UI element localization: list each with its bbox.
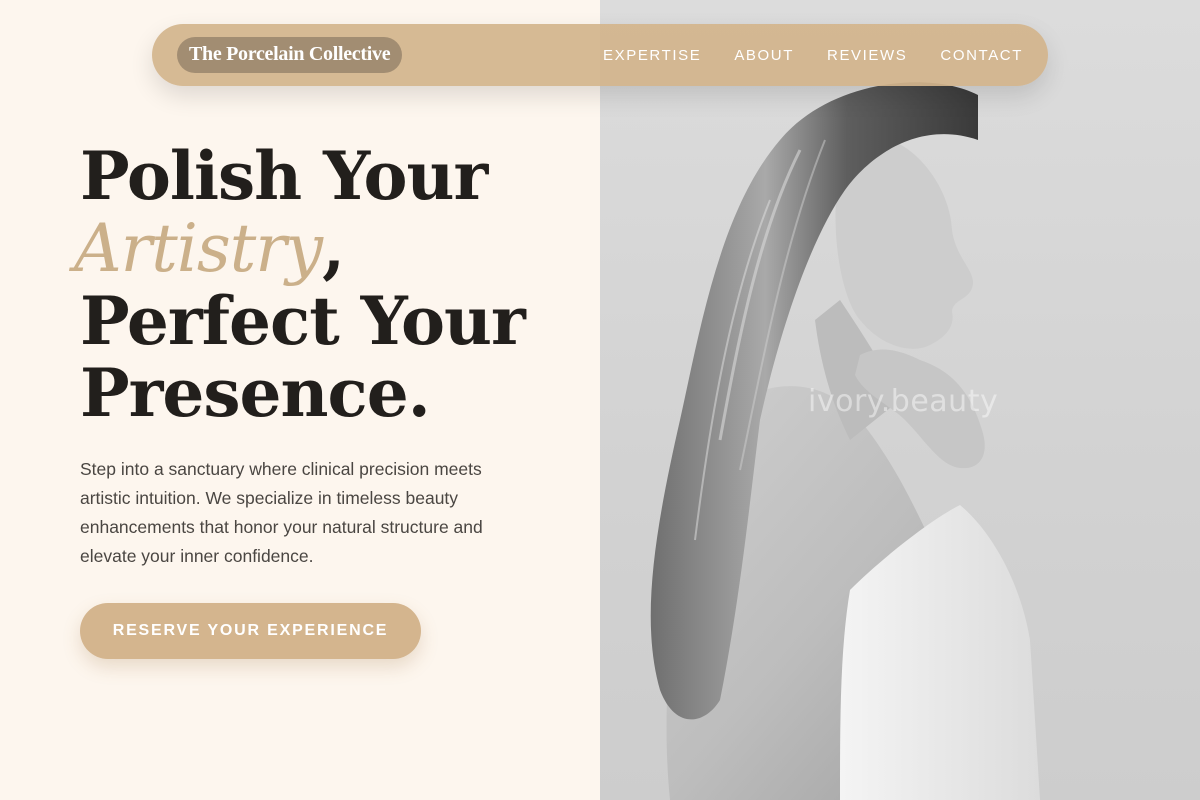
- nav-links: EXPERTISE ABOUT REVIEWS CONTACT: [603, 47, 1023, 64]
- nav-link-contact[interactable]: CONTACT: [940, 47, 1023, 64]
- hero-heading-accent: Artistry: [74, 210, 323, 287]
- hero-description: Step into a sanctuary where clinical pre…: [80, 459, 483, 566]
- reserve-experience-button[interactable]: RESERVE YOUR EXPERIENCE: [80, 603, 421, 659]
- hero-heading-line-1: Polish Your: [80, 137, 488, 215]
- nav-link-about[interactable]: ABOUT: [734, 47, 794, 64]
- hero-heading-line-4: Presence.: [80, 354, 431, 432]
- hero-heading-comma: ,: [322, 209, 345, 287]
- hero-heading: Polish Your Artistry, Perfect Your Prese…: [74, 137, 600, 432]
- top-navbar: The Porcelain Collective EXPERTISE ABOUT…: [152, 24, 1048, 86]
- hero-heading-line-2: Artistry,: [74, 209, 600, 287]
- hero-heading-line-3: Perfect Your: [80, 282, 526, 360]
- nav-link-expertise[interactable]: EXPERTISE: [603, 47, 701, 64]
- brand-logo[interactable]: The Porcelain Collective: [177, 37, 403, 73]
- image-watermark: ivory.beauty: [808, 384, 999, 419]
- nav-link-reviews[interactable]: REVIEWS: [827, 47, 907, 64]
- hero-portrait-image: ivory.beauty: [600, 0, 1200, 800]
